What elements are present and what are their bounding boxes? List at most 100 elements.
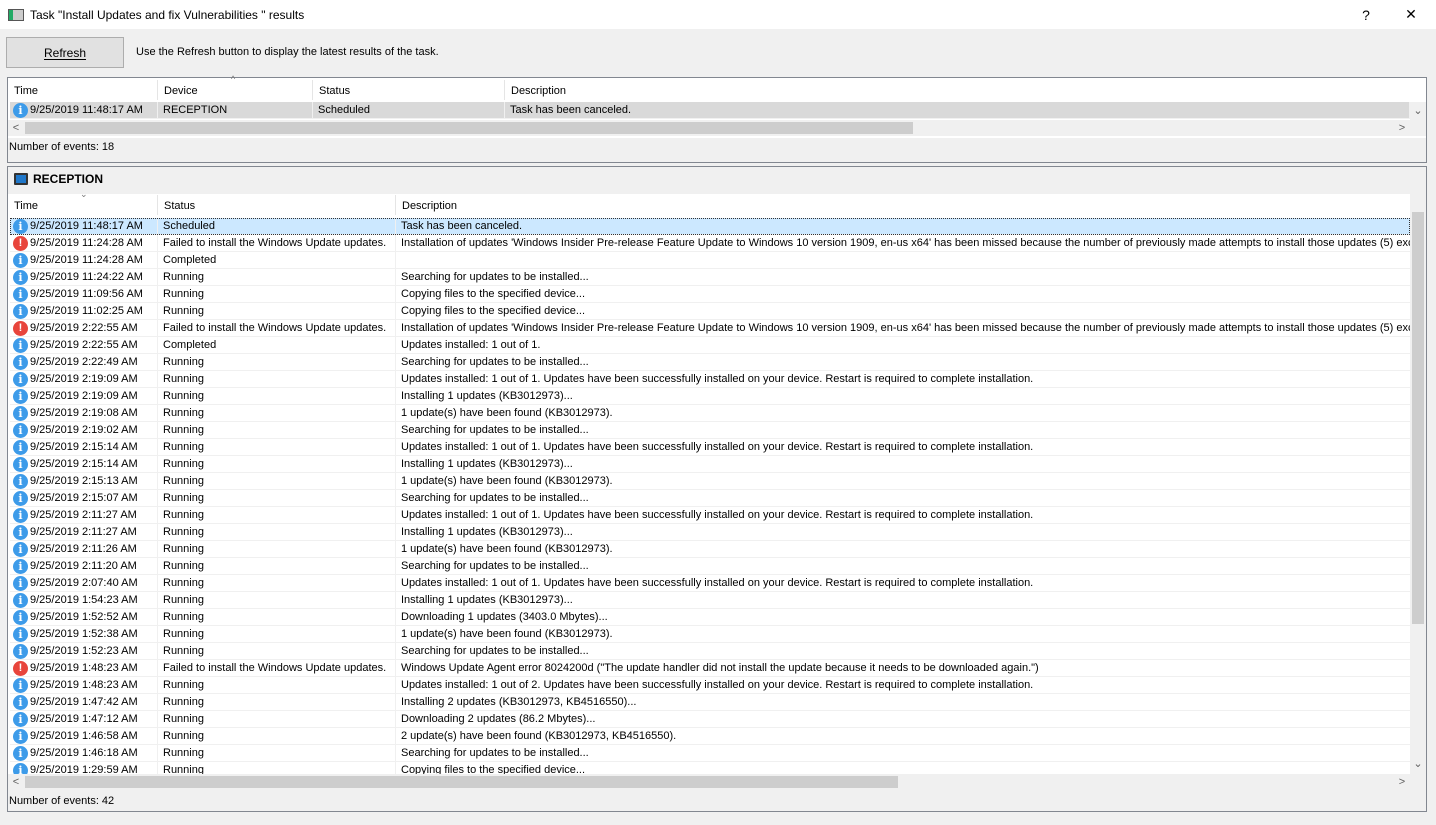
refresh-button[interactable]: Refresh bbox=[6, 37, 124, 68]
event-row[interactable]: i 9/25/2019 2:19:09 AM Running Installing 1… bbox=[10, 388, 1410, 405]
time-text: 9/25/2019 11:24:28 AM bbox=[30, 237, 143, 249]
info-icon: i bbox=[13, 593, 28, 608]
event-row[interactable]: i 9/25/2019 11:24:28 AM Completed bbox=[10, 252, 1410, 269]
scroll-thumb[interactable] bbox=[25, 122, 913, 134]
time-cell: i 9/25/2019 2:19:02 AM bbox=[10, 422, 158, 438]
title-bar: Task "Install Updates and fix Vulnerabil… bbox=[0, 0, 1436, 29]
status-cell: Completed bbox=[158, 252, 396, 268]
status-cell: Running bbox=[158, 422, 396, 438]
device-vertical-scrollbar[interactable]: ⌄ bbox=[1410, 194, 1426, 774]
time-text: 9/25/2019 2:15:07 AM bbox=[30, 492, 138, 504]
description-cell: Task has been canceled. bbox=[505, 102, 1410, 118]
description-cell: Copying files to the specified device... bbox=[401, 288, 586, 300]
time-text: 9/25/2019 2:19:02 AM bbox=[30, 424, 138, 436]
status-cell: Scheduled bbox=[158, 218, 396, 234]
time-cell: i 9/25/2019 2:22:49 AM bbox=[10, 354, 158, 370]
event-row[interactable]: i 9/25/2019 1:54:23 AM Running Installing 1… bbox=[10, 592, 1410, 609]
error-icon: ! bbox=[13, 661, 28, 676]
time-cell: i 9/25/2019 2:19:08 AM bbox=[10, 405, 158, 421]
event-row[interactable]: i 9/25/2019 11:24:22 AM Running Searching f… bbox=[10, 269, 1410, 286]
time-text: 9/25/2019 2:22:55 AM bbox=[30, 322, 138, 334]
time-text: 9/25/2019 2:15:14 AM bbox=[30, 441, 138, 453]
event-row[interactable]: i 9/25/2019 1:46:18 AM Running Searching fo… bbox=[10, 745, 1410, 762]
event-row[interactable]: i 9/25/2019 11:02:25 AM Running Copying fil… bbox=[10, 303, 1410, 320]
description-cell: Installation of updates 'Windows Insider… bbox=[401, 237, 1410, 249]
column-header-description[interactable]: Description bbox=[396, 195, 1410, 215]
sort-ascending-icon: ^ bbox=[231, 74, 236, 84]
description-cell: Task has been canceled. bbox=[401, 220, 523, 232]
event-row[interactable]: i 9/25/2019 1:52:52 AM Running Downloading … bbox=[10, 609, 1410, 626]
event-row[interactable]: i 9/25/2019 2:19:02 AM Running Searching fo… bbox=[10, 422, 1410, 439]
summary-row[interactable]: i 9/25/2019 11:48:17 AM RECEPTION Schedul… bbox=[10, 102, 1410, 119]
scroll-down-icon[interactable]: ⌄ bbox=[1410, 103, 1426, 119]
scroll-left-icon[interactable]: < bbox=[8, 120, 24, 136]
event-row[interactable]: i 9/25/2019 2:19:09 AM Running Updates inst… bbox=[10, 371, 1410, 388]
time-cell: i 9/25/2019 1:52:23 AM bbox=[10, 643, 158, 659]
time-cell: i 9/25/2019 1:54:23 AM bbox=[10, 592, 158, 608]
event-row[interactable]: i 9/25/2019 2:11:27 AM Running Updates inst… bbox=[10, 507, 1410, 524]
event-row[interactable]: i 9/25/2019 1:52:23 AM Running Searching fo… bbox=[10, 643, 1410, 660]
column-header-status[interactable]: Status bbox=[313, 80, 505, 100]
description-cell: Copying files to the specified device... bbox=[401, 305, 586, 317]
info-icon: i bbox=[13, 508, 28, 523]
scroll-thumb[interactable] bbox=[1412, 212, 1424, 624]
event-row[interactable]: i 9/25/2019 1:46:58 AM Running 2 update(s) … bbox=[10, 728, 1410, 745]
time-cell: i 9/25/2019 2:22:55 AM bbox=[10, 337, 158, 353]
event-row[interactable]: i 9/25/2019 11:09:56 AM Running Copying fil… bbox=[10, 286, 1410, 303]
info-icon: i bbox=[13, 355, 28, 370]
event-row[interactable]: i 9/25/2019 2:11:20 AM Running Searching fo… bbox=[10, 558, 1410, 575]
event-row[interactable]: i 9/25/2019 1:52:38 AM Running 1 update(s) … bbox=[10, 626, 1410, 643]
status-cell: Running bbox=[158, 643, 396, 659]
event-row[interactable]: i 9/25/2019 2:15:14 AM Running Updates inst… bbox=[10, 439, 1410, 456]
help-button[interactable]: ? bbox=[1346, 0, 1386, 29]
column-header-status[interactable]: Status bbox=[158, 195, 396, 215]
event-row[interactable]: i 9/25/2019 2:22:55 AM Completed Updates in… bbox=[10, 337, 1410, 354]
event-row[interactable]: i 9/25/2019 2:15:14 AM Running Installing 1… bbox=[10, 456, 1410, 473]
description-cell: Searching for updates to be installed... bbox=[401, 424, 589, 436]
device-event-count: Number of events: 42 bbox=[9, 795, 115, 807]
summary-vertical-scrollbar[interactable]: ⌄ bbox=[1410, 102, 1426, 120]
event-row[interactable]: ! 9/25/2019 2:22:55 AM Failed to install t… bbox=[10, 320, 1410, 337]
column-header-device[interactable]: Device bbox=[158, 80, 313, 100]
event-row[interactable]: ! 9/25/2019 11:24:28 AM Failed to install … bbox=[10, 235, 1410, 252]
column-header-description[interactable]: Description bbox=[505, 80, 1410, 100]
time-cell: i 9/25/2019 2:11:26 AM bbox=[10, 541, 158, 557]
scroll-thumb[interactable] bbox=[25, 776, 898, 788]
error-icon: ! bbox=[13, 321, 28, 336]
app-icon bbox=[8, 8, 24, 21]
device-horizontal-scrollbar[interactable]: < > bbox=[8, 774, 1426, 790]
info-icon: i bbox=[13, 474, 28, 489]
time-text: 9/25/2019 1:46:58 AM bbox=[30, 730, 138, 742]
description-cell: 1 update(s) have been found (KB3012973). bbox=[401, 543, 613, 555]
event-row[interactable]: i 9/25/2019 2:07:40 AM Running Updates inst… bbox=[10, 575, 1410, 592]
column-header-time[interactable]: Time bbox=[8, 80, 158, 100]
time-text: 9/25/2019 2:22:49 AM bbox=[30, 356, 138, 368]
event-row[interactable]: i 9/25/2019 1:47:42 AM Running Installing 2… bbox=[10, 694, 1410, 711]
event-row[interactable]: i 9/25/2019 2:11:27 AM Running Installing 1… bbox=[10, 524, 1410, 541]
event-row[interactable]: i 9/25/2019 2:15:07 AM Running Searching fo… bbox=[10, 490, 1410, 507]
scroll-left-icon[interactable]: < bbox=[8, 774, 24, 790]
info-icon: i bbox=[13, 610, 28, 625]
close-button[interactable]: ✕ bbox=[1391, 0, 1431, 29]
time-text: 9/25/2019 2:19:09 AM bbox=[30, 390, 138, 402]
status-cell: Running bbox=[158, 592, 396, 608]
status-cell: Running bbox=[158, 711, 396, 727]
event-row[interactable]: i 9/25/2019 2:15:13 AM Running 1 update(s) … bbox=[10, 473, 1410, 490]
info-icon: i bbox=[13, 644, 28, 659]
event-row[interactable]: ! 9/25/2019 1:48:23 AM Failed to install t… bbox=[10, 660, 1410, 677]
event-row[interactable]: i 9/25/2019 2:11:26 AM Running 1 update(s) … bbox=[10, 541, 1410, 558]
scroll-right-icon[interactable]: > bbox=[1394, 120, 1410, 136]
event-row[interactable]: i 9/25/2019 1:47:12 AM Running Downloading … bbox=[10, 711, 1410, 728]
info-icon: i bbox=[13, 542, 28, 557]
description-cell: Windows Update Agent error 8024200d ("Th… bbox=[401, 662, 1039, 674]
event-row[interactable]: i 9/25/2019 1:48:23 AM Running Updates inst… bbox=[10, 677, 1410, 694]
event-row[interactable]: i 9/25/2019 11:48:17 AM Scheduled Task has … bbox=[10, 218, 1410, 235]
scroll-down-icon[interactable]: ⌄ bbox=[1410, 756, 1426, 772]
scroll-right-icon[interactable]: > bbox=[1394, 774, 1410, 790]
summary-horizontal-scrollbar[interactable]: < > bbox=[8, 120, 1426, 136]
event-row[interactable]: i 9/25/2019 2:22:49 AM Running Searching fo… bbox=[10, 354, 1410, 371]
info-icon: i bbox=[13, 389, 28, 404]
description-cell: Downloading 1 updates (3403.0 Mbytes)... bbox=[401, 611, 608, 623]
event-row[interactable]: i 9/25/2019 2:19:08 AM Running 1 update(s) … bbox=[10, 405, 1410, 422]
info-icon: i bbox=[13, 287, 28, 302]
